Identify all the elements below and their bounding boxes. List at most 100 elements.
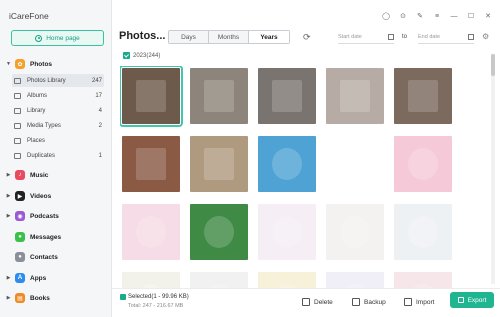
import-label: Import	[416, 298, 435, 306]
photo-thumbnail[interactable]	[258, 272, 316, 288]
thumbnail-artwork	[136, 80, 166, 112]
scrollbar[interactable]	[491, 54, 495, 284]
photo-thumbnail[interactable]	[394, 136, 452, 192]
photo-thumbnail[interactable]	[258, 68, 316, 124]
photo-thumbnail[interactable]	[326, 136, 384, 192]
sidebar: iCareFone Home page ▼ ✿ Photos Photos Li…	[0, 0, 112, 317]
selection-checkbox[interactable]	[120, 294, 126, 300]
segment-months[interactable]: Months	[209, 31, 249, 43]
gear-icon[interactable]: ⚙	[482, 32, 489, 41]
sidebar-sub-places[interactable]: Places	[12, 134, 104, 147]
thumbnail-artwork	[272, 148, 302, 180]
end-date-placeholder: End date	[418, 34, 441, 40]
chevron-down-icon[interactable]: ▼	[5, 61, 12, 67]
sidebar-sub-photos-library[interactable]: Photos Library 247	[12, 74, 104, 87]
window-controls: ◯ ⊙ ✎ ≡ — ☐ ✕	[382, 12, 492, 21]
photo-thumbnail[interactable]	[394, 272, 452, 288]
sidebar-item-podcasts[interactable]: ▶ ◉ Podcasts	[5, 209, 109, 223]
thumbnail-artwork	[340, 216, 370, 248]
photo-thumbnail[interactable]	[394, 204, 452, 260]
start-date-field[interactable]: Start date	[338, 31, 394, 44]
home-page-button[interactable]: Home page	[11, 30, 104, 46]
backup-button[interactable]: Backup	[352, 295, 386, 309]
user-icon[interactable]: ◯	[382, 12, 390, 20]
photo-thumbnail[interactable]	[190, 272, 248, 288]
photo-thumbnail[interactable]	[122, 272, 180, 288]
close-icon[interactable]: ✕	[484, 12, 492, 20]
chevron-right-icon[interactable]: ▶	[5, 275, 12, 281]
sidebar-item-contacts[interactable]: ● Contacts	[5, 250, 109, 264]
sidebar-item-label: Podcasts	[30, 212, 59, 220]
thumbnail-artwork	[272, 80, 302, 112]
menu-icon[interactable]: ≡	[433, 12, 441, 20]
photos-icon: ✿	[15, 59, 25, 69]
photo-thumbnail[interactable]	[122, 204, 180, 260]
delete-label: Delete	[314, 298, 333, 306]
total-summary: Total: 247 - 216.67 MB	[128, 303, 184, 309]
photo-thumbnail[interactable]	[394, 68, 452, 124]
app-title: iCareFone	[9, 11, 49, 21]
sidebar-item-label: Photos	[30, 60, 53, 68]
export-button[interactable]: Export	[450, 292, 494, 308]
export-label: Export	[467, 296, 487, 304]
edit-icon[interactable]: ✎	[416, 12, 424, 20]
books-icon: ▤	[15, 293, 25, 303]
thumbnail-artwork	[204, 216, 234, 248]
chevron-right-icon[interactable]: ▶	[5, 172, 12, 178]
photo-thumbnail[interactable]	[190, 68, 248, 124]
maximize-icon[interactable]: ☐	[467, 12, 475, 20]
sidebar-item-messages[interactable]: ● Messages	[5, 230, 109, 244]
thumbnail-artwork	[340, 80, 370, 112]
image-icon	[14, 77, 21, 84]
photo-thumbnail[interactable]	[258, 136, 316, 192]
bottom-action-bar: Selected(1 - 99.96 KB) Total: 247 - 216.…	[112, 288, 500, 317]
sidebar-item-label: Messages	[30, 233, 62, 241]
chevron-right-icon[interactable]: ▶	[5, 213, 12, 219]
scrollbar-thumb[interactable]	[491, 54, 495, 76]
photo-thumbnail[interactable]	[326, 204, 384, 260]
sidebar-sub-media-types[interactable]: Media Types 2	[12, 119, 104, 132]
photo-thumbnail[interactable]	[326, 68, 384, 124]
sidebar-sub-label: Places	[27, 137, 46, 144]
download-icon[interactable]: ⊙	[399, 12, 407, 20]
import-icon	[404, 298, 412, 306]
photo-thumbnail[interactable]	[120, 66, 183, 127]
segment-days[interactable]: Days	[169, 31, 209, 43]
trash-icon	[302, 298, 310, 306]
photo-thumbnail[interactable]	[190, 136, 248, 192]
year-group-checkbox[interactable]	[123, 52, 130, 59]
sidebar-item-label: Books	[30, 294, 50, 302]
calendar-icon[interactable]	[388, 34, 394, 40]
sidebar-item-videos[interactable]: ▶ ▶ Videos	[5, 189, 109, 203]
photo-thumbnail[interactable]	[258, 204, 316, 260]
music-icon: ♪	[15, 170, 25, 180]
home-icon	[35, 34, 43, 42]
photo-thumbnail[interactable]	[122, 136, 180, 192]
minimize-icon[interactable]: —	[450, 12, 458, 20]
app-window: iCareFone Home page ▼ ✿ Photos Photos Li…	[0, 0, 500, 317]
segment-years[interactable]: Years	[249, 31, 289, 43]
import-button[interactable]: Import	[404, 295, 434, 309]
sidebar-sub-duplicates[interactable]: Duplicates 1	[12, 149, 104, 162]
sidebar-item-photos[interactable]: ▼ ✿ Photos	[5, 57, 109, 71]
refresh-icon[interactable]: ⟳	[303, 32, 313, 42]
thumbnail-artwork	[340, 148, 370, 180]
sidebar-item-books[interactable]: ▶ ▤ Books	[5, 291, 109, 305]
start-date-placeholder: Start date	[338, 34, 362, 40]
sidebar-sub-count: 1	[98, 152, 102, 159]
sidebar-item-label: Apps	[30, 274, 47, 282]
chevron-right-icon[interactable]: ▶	[5, 295, 12, 301]
sidebar-sub-albums[interactable]: Albums 17	[12, 89, 104, 102]
year-group-header: 2023(244)	[123, 52, 160, 59]
delete-button[interactable]: Delete	[302, 295, 333, 309]
backup-label: Backup	[364, 298, 386, 306]
calendar-icon[interactable]	[468, 34, 474, 40]
photo-thumbnail[interactable]	[190, 204, 248, 260]
sidebar-sub-library[interactable]: Library 4	[12, 104, 104, 117]
sidebar-item-music[interactable]: ▶ ♪ Music	[5, 168, 109, 182]
top-bar: ◯ ⊙ ✎ ≡ — ☐ ✕	[112, 0, 500, 30]
photo-thumbnail[interactable]	[326, 272, 384, 288]
sidebar-item-apps[interactable]: ▶ A Apps	[5, 271, 109, 285]
end-date-field[interactable]: End date	[418, 31, 474, 44]
chevron-right-icon[interactable]: ▶	[5, 193, 12, 199]
